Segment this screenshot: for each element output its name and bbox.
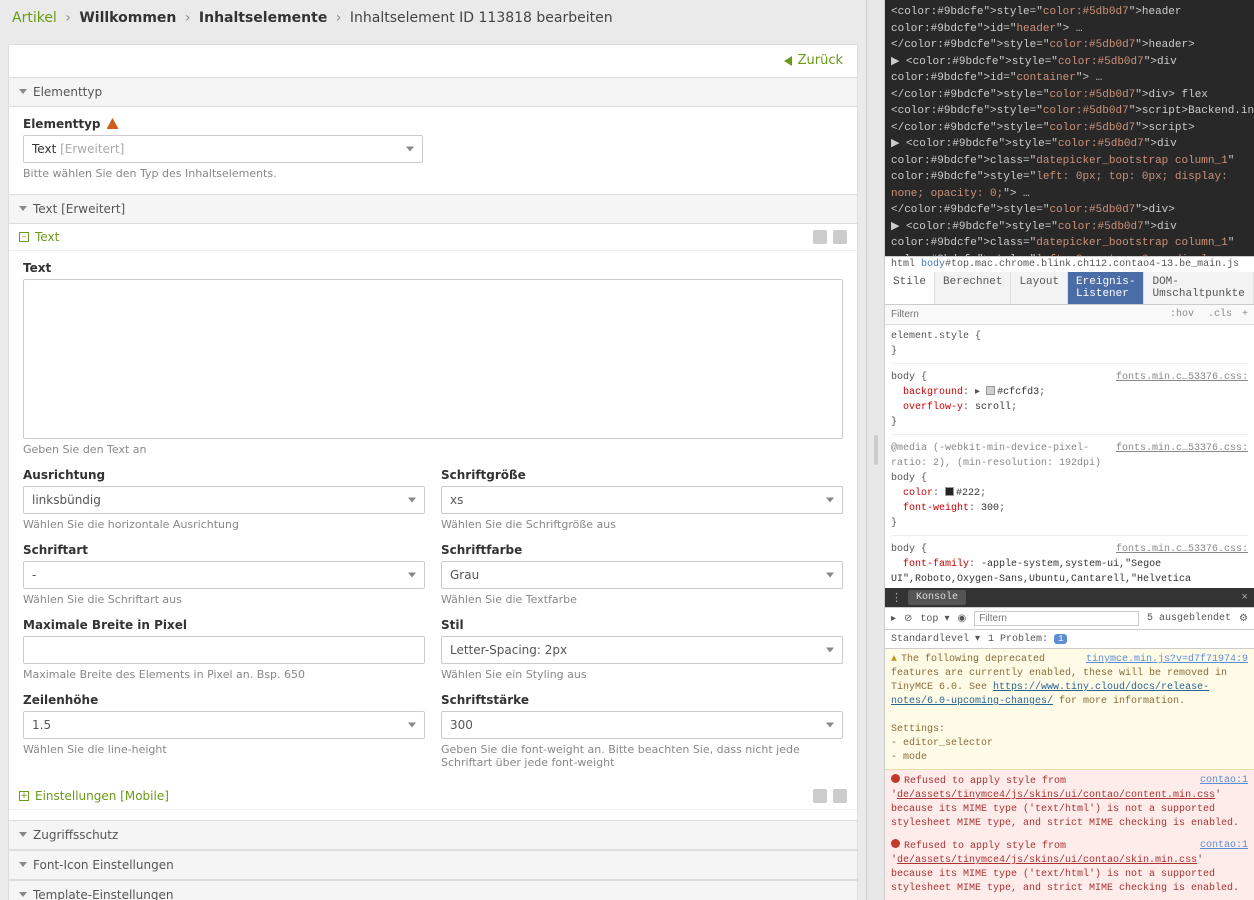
eye-icon[interactable]: ◉ <box>957 613 966 625</box>
tab-dom[interactable]: DOM-Umschaltpunkte <box>1144 272 1253 304</box>
select-elementtyp[interactable]: Text [Erweitert] <box>23 135 423 163</box>
styles-pane[interactable]: element.style {} fonts.min.c…53376.css: … <box>885 325 1254 589</box>
console-head: ⋮ Konsole × <box>885 588 1254 607</box>
help-text: Geben Sie den Text an <box>23 443 843 456</box>
sub-label-mobile: Einstellungen [Mobile] <box>35 789 169 803</box>
tab-berechnet[interactable]: Berechnet <box>935 272 1011 304</box>
label-schriftstaerke: Schriftstärke <box>441 693 843 707</box>
collapse-icon[interactable]: – <box>19 232 29 242</box>
problems-label[interactable]: 1 Problem: 1 <box>988 634 1067 645</box>
subsection-text: – Text <box>9 224 857 251</box>
source-link[interactable]: contao:1 <box>1200 774 1248 788</box>
label-zeilenhoehe: Zeilenhöhe <box>23 693 425 707</box>
warning-icon: ▲ <box>891 654 897 665</box>
hov-toggle[interactable]: :hov <box>1166 308 1198 321</box>
select-schriftstaerke[interactable]: 300 <box>441 711 843 739</box>
chevron-down-icon <box>19 832 27 837</box>
source-link[interactable]: tinymce.min.js?v=d7f71974:9 <box>1086 653 1248 667</box>
main-panel: Zurück Elementtyp Elementtyp Text [Erwei… <box>8 44 858 900</box>
tab-layout[interactable]: Layout <box>1011 272 1068 304</box>
breadcrumb-current: Inhaltselement ID 113818 bearbeiten <box>350 10 613 26</box>
level-select[interactable]: Standardlevel ▾ <box>891 633 980 645</box>
error-icon <box>891 839 900 848</box>
section-fonticon[interactable]: Font-Icon Einstellungen <box>9 850 857 880</box>
textarea-text[interactable] <box>23 279 843 439</box>
console-error-1: contao:1 Refused to apply style from 'de… <box>885 770 1254 835</box>
label-schriftgroesse: Schriftgröße <box>441 468 843 482</box>
hidden-count: 5 ausgeblendet <box>1147 613 1231 624</box>
styles-tabs: Stile Berechnet Layout Ereignis-Listener… <box>885 272 1254 305</box>
console-filter[interactable] <box>974 611 1139 626</box>
back-button[interactable]: Zurück <box>784 53 843 68</box>
console-error-2: contao:1 Refused to apply style from 'de… <box>885 835 1254 900</box>
expand-icon[interactable]: + <box>19 791 29 801</box>
clear-icon[interactable]: ⊘ <box>904 613 912 625</box>
breadcrumb-root[interactable]: Artikel <box>12 10 57 26</box>
help-elementtyp: Bitte wählen Sie den Typ des Inhaltselem… <box>23 167 843 180</box>
add-rule-icon[interactable]: + <box>1242 309 1248 320</box>
section-zugriffsschutz[interactable]: Zugriffsschutz <box>9 820 857 850</box>
console-level-row: Standardlevel ▾ 1 Problem: 1 <box>885 630 1254 649</box>
select-stil[interactable]: Letter-Spacing: 2px <box>441 636 843 664</box>
select-schriftart[interactable]: - <box>23 561 425 589</box>
label-schriftart: Schriftart <box>23 543 425 557</box>
error-icon <box>891 774 900 783</box>
subsection-einstellungen-mobile: + Einstellungen [Mobile] <box>9 783 857 810</box>
resize-handle[interactable] <box>866 0 884 900</box>
label-text: Text <box>23 261 843 275</box>
move-icon[interactable] <box>833 789 847 803</box>
add-icon[interactable] <box>813 230 827 244</box>
section-elementtyp[interactable]: Elementtyp <box>9 77 857 107</box>
cls-toggle[interactable]: .cls <box>1204 308 1236 321</box>
breadcrumb: Artikel › Willkommen › Inhaltselemente ›… <box>0 0 866 36</box>
elements-tree[interactable]: <color:#9bdcfe">style="color:#5db0d7">he… <box>885 0 1254 256</box>
sub-label-text: Text <box>35 230 59 244</box>
console-warning: tinymce.min.js?v=d7f71974:9 ▲The followi… <box>885 649 1254 770</box>
warning-icon <box>107 118 119 129</box>
chevron-down-icon <box>19 862 27 867</box>
console-tab[interactable]: Konsole <box>908 590 966 605</box>
select-schriftfarbe[interactable]: Grau <box>441 561 843 589</box>
input-maxbreite[interactable] <box>23 636 425 664</box>
select-ausrichtung[interactable]: linksbündig <box>23 486 425 514</box>
select-zeilenhoehe[interactable]: 1.5 <box>23 711 425 739</box>
gear-icon[interactable]: ⚙ <box>1239 613 1248 625</box>
filter-input[interactable] <box>891 309 1160 320</box>
chevron-down-icon <box>19 892 27 897</box>
kebab-icon[interactable]: ⋮ <box>891 591 902 605</box>
chevron-down-icon <box>19 206 27 211</box>
label-stil: Stil <box>441 618 843 632</box>
context-select[interactable]: top ▾ <box>920 613 949 625</box>
breadcrumb-path2[interactable]: Inhaltselemente <box>199 10 327 26</box>
tab-ereignis[interactable]: Ereignis-Listener <box>1068 272 1144 304</box>
devtools-panel: <color:#9bdcfe">style="color:#5db0d7">he… <box>884 0 1254 900</box>
label-ausrichtung: Ausrichtung <box>23 468 425 482</box>
source-link[interactable]: contao:1 <box>1200 839 1248 853</box>
select-schriftgroesse[interactable]: xs <box>441 486 843 514</box>
label-elementtyp: Elementtyp <box>23 117 101 131</box>
section-text-erweitert[interactable]: Text [Erweitert] <box>9 194 857 224</box>
dom-breadcrumb[interactable]: html body#top.mac.chrome.blink.ch112.con… <box>885 256 1254 272</box>
section-template[interactable]: Template-Einstellungen <box>9 880 857 900</box>
tab-stile[interactable]: Stile <box>885 272 935 304</box>
move-icon[interactable] <box>833 230 847 244</box>
label-maxbreite: Maximale Breite in Pixel <box>23 618 425 632</box>
label-schriftfarbe: Schriftfarbe <box>441 543 843 557</box>
close-icon[interactable]: × <box>1241 592 1248 604</box>
console-toolbar: ▸ ⊘ top ▾ ◉ 5 ausgeblendet ⚙ <box>885 607 1254 630</box>
arrow-left-icon <box>784 56 792 66</box>
breadcrumb-path1[interactable]: Willkommen <box>79 10 176 26</box>
chevron-down-icon <box>19 89 27 94</box>
add-icon[interactable] <box>813 789 827 803</box>
play-icon[interactable]: ▸ <box>891 613 896 625</box>
styles-filter: :hov .cls + <box>885 305 1254 325</box>
